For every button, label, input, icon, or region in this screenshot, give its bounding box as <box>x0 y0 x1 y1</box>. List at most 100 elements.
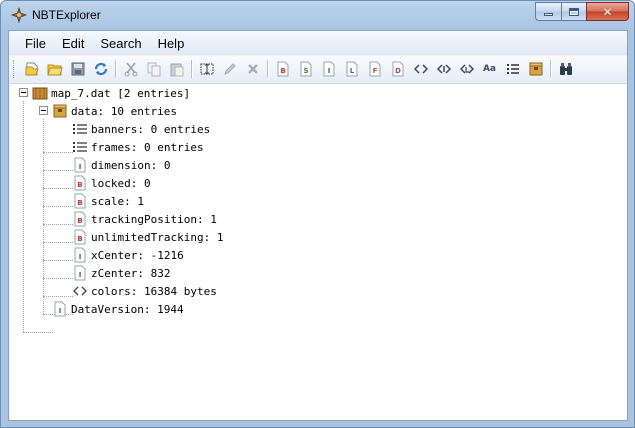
add-double-button[interactable]: D <box>386 58 409 80</box>
byte-array-icon <box>413 64 428 74</box>
svg-text:D: D <box>395 67 401 75</box>
tree-node-x-center[interactable]: I xCenter: -1216 <box>72 246 184 264</box>
open-folder-icon <box>46 64 63 76</box>
tree-node-label: scale: 1 <box>91 194 144 208</box>
tree-node-label: zCenter: 832 <box>91 266 171 280</box>
short-tag-icon: S <box>300 61 311 77</box>
tree-node-colors[interactable]: colors: 16384 bytes <box>72 282 217 300</box>
menu-help[interactable]: Help <box>150 34 193 53</box>
paste-button[interactable] <box>165 58 188 80</box>
toolbar-separator <box>550 60 551 78</box>
tree-line <box>43 188 73 189</box>
menu-bar: File Edit Search Help <box>9 31 627 55</box>
int-tag-icon: I <box>323 61 334 77</box>
tree-node-label: trackingPosition: 1 <box>91 212 217 226</box>
edit-value-button[interactable] <box>218 58 241 80</box>
compound-icon <box>53 104 67 118</box>
app-logo-icon <box>11 7 27 23</box>
add-byte-array-button[interactable] <box>409 58 432 80</box>
tree-line <box>43 242 73 243</box>
svg-text:I: I <box>79 253 82 261</box>
tree-node-unlimited-tracking[interactable]: B unlimitedTracking: 1 <box>72 228 223 246</box>
copy-button[interactable] <box>142 58 165 80</box>
tree-node-label: frames: 0 entries <box>91 140 204 154</box>
open-folder-button[interactable] <box>43 58 66 80</box>
paste-icon <box>170 63 183 77</box>
title-bar[interactable]: NBTExplorer ✕ <box>1 1 634 30</box>
add-long-button[interactable]: L <box>340 58 363 80</box>
add-list-button[interactable] <box>501 58 524 80</box>
find-button[interactable] <box>554 58 577 80</box>
tree-node-label: dimension: 0 <box>91 158 171 172</box>
tree-node-data-version[interactable]: I DataVersion: 1944 <box>52 300 184 318</box>
byte-tag-icon: B <box>74 175 86 191</box>
byte-tag-icon: B <box>277 61 288 77</box>
tree-node-locked[interactable]: B locked: 0 <box>72 174 151 192</box>
tree-line <box>23 332 53 333</box>
pencil-icon <box>223 63 236 75</box>
caption-buttons: ✕ <box>535 2 629 21</box>
refresh-button[interactable] <box>89 58 112 80</box>
tree-line <box>43 170 73 171</box>
toolbar: B S I L F D Aa <box>9 56 627 82</box>
close-button[interactable]: ✕ <box>586 2 629 21</box>
add-int-array-button[interactable] <box>432 58 455 80</box>
tree-line <box>43 224 73 225</box>
cut-button[interactable] <box>119 58 142 80</box>
rename-icon <box>200 63 213 75</box>
byte-array-icon <box>73 286 87 296</box>
collapse-root-toggle[interactable] <box>19 88 28 97</box>
svg-text:I: I <box>59 307 62 315</box>
app-window: NBTExplorer ✕ File Edit Search Help B S … <box>0 0 635 428</box>
delete-button[interactable] <box>241 58 264 80</box>
add-float-button[interactable]: F <box>363 58 386 80</box>
menu-search[interactable]: Search <box>92 34 149 53</box>
menu-file[interactable]: File <box>17 34 54 53</box>
tree-line <box>43 296 73 297</box>
tree-node-label: unlimitedTracking: 1 <box>91 230 224 244</box>
minimize-button[interactable] <box>535 2 561 21</box>
svg-text:I: I <box>79 163 82 171</box>
add-byte-button[interactable]: B <box>271 58 294 80</box>
refresh-icon <box>94 62 107 76</box>
tree-node-z-center[interactable]: I zCenter: 832 <box>72 264 170 282</box>
tree-node-frames[interactable]: frames: 0 entries <box>72 138 204 156</box>
collapse-data-toggle[interactable] <box>39 106 48 115</box>
nbt-tree-view[interactable]: map_7.dat [2 entries] data: 10 entries b… <box>10 83 627 420</box>
copy-icon <box>147 62 160 77</box>
save-button[interactable] <box>66 58 89 80</box>
tree-node-scale[interactable]: B scale: 1 <box>72 192 144 210</box>
int-tag-icon: I <box>74 247 86 263</box>
tree-line <box>43 260 73 261</box>
long-array-icon <box>459 64 474 74</box>
menu-edit[interactable]: Edit <box>54 34 92 53</box>
string-tag-icon: Aa <box>482 64 497 74</box>
add-long-array-button[interactable] <box>455 58 478 80</box>
rename-button[interactable] <box>195 58 218 80</box>
compound-icon <box>529 62 542 76</box>
close-icon: ✕ <box>602 4 613 19</box>
tree-node-data[interactable]: data: 10 entries <box>52 102 177 120</box>
client-area: File Edit Search Help B S I L F D Aa map… <box>8 30 628 421</box>
add-compound-button[interactable] <box>524 58 547 80</box>
svg-text:B: B <box>77 217 82 225</box>
file-icon <box>32 87 48 100</box>
tree-node-banners[interactable]: banners: 0 entries <box>72 120 210 138</box>
add-string-button[interactable]: Aa <box>478 58 501 80</box>
toolbar-separator <box>115 60 116 78</box>
delete-icon <box>247 64 258 74</box>
tree-line <box>23 101 24 332</box>
tree-node-dimension[interactable]: I dimension: 0 <box>72 156 170 174</box>
add-short-button[interactable]: S <box>294 58 317 80</box>
tree-node-tracking-position[interactable]: B trackingPosition: 1 <box>72 210 217 228</box>
maximize-button[interactable] <box>561 2 586 21</box>
tree-line <box>43 152 73 153</box>
tree-node-label: data: 10 entries <box>71 104 177 118</box>
svg-text:B: B <box>77 199 82 207</box>
tree-line <box>43 278 73 279</box>
tree-node-root[interactable]: map_7.dat [2 entries] <box>32 84 190 102</box>
add-int-button[interactable]: I <box>317 58 340 80</box>
open-file-button[interactable] <box>20 58 43 80</box>
toolbar-grip[interactable] <box>13 60 16 78</box>
cut-icon <box>124 62 137 77</box>
